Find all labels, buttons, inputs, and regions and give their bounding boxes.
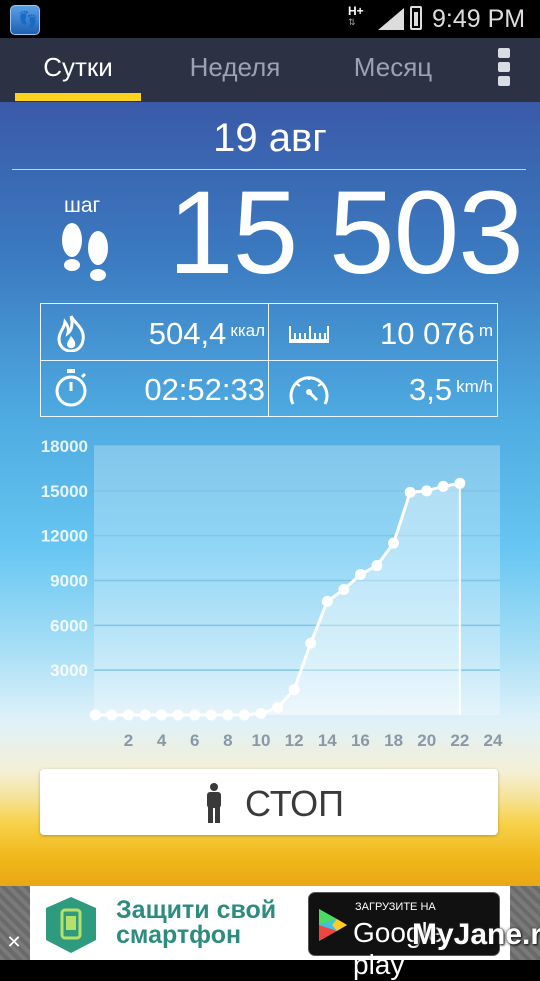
battery-icon [410, 6, 422, 30]
main-content: 19 авг шаг 15 503 504,4 ккал 10 076 m 02… [0, 102, 540, 960]
y-tick-label: 6000 [50, 616, 88, 635]
data-point [89, 709, 101, 721]
x-tick-label: 18 [384, 731, 403, 750]
data-point [338, 583, 350, 595]
status-bar: 👣 H+ ⇅ 9:49 PM [0, 0, 540, 38]
network-arrows: ⇅ [348, 17, 356, 27]
x-tick-label: 2 [124, 731, 133, 750]
speed-value: 3,5 [409, 372, 453, 407]
data-point [189, 709, 201, 721]
google-play-icon [319, 909, 347, 941]
speed-unit: km/h [456, 377, 493, 396]
step-label: шаг [64, 194, 101, 217]
data-point [388, 537, 400, 549]
y-tick-label: 18000 [41, 437, 88, 456]
calories-stat: 504,4 ккал [149, 316, 265, 352]
data-point [404, 486, 416, 498]
data-point [122, 709, 134, 721]
shield-phone-icon [46, 897, 96, 953]
watermark: MyJane.ru [412, 918, 540, 951]
ruler-icon [289, 326, 329, 343]
calories-value: 504,4 [148, 316, 227, 351]
stats-grid: 504,4 ккал 10 076 m 02:52:33 3,5 km/h [40, 303, 498, 417]
x-tick-label: 4 [157, 731, 167, 750]
badge-small-text: ЗАГРУЗИТЕ НА [355, 901, 436, 913]
data-point [205, 709, 217, 721]
data-point [172, 709, 184, 721]
data-point [321, 595, 333, 607]
data-point [437, 480, 449, 492]
x-tick-label: 6 [190, 731, 199, 750]
calories-unit: ккал [230, 321, 265, 340]
tab-bar: Сутки Неделя Месяц [0, 38, 540, 102]
person-icon [207, 783, 221, 823]
data-point [156, 709, 168, 721]
divider [41, 360, 497, 361]
network-indicator: H+ ⇅ [348, 4, 364, 28]
network-type: H+ [348, 4, 364, 18]
data-point [421, 485, 433, 497]
duration-value: 02:52:33 [144, 372, 265, 407]
stop-button-label: СТОП [245, 783, 345, 824]
y-tick-label: 15000 [41, 482, 88, 501]
date-title: 19 авг [213, 116, 327, 160]
data-point [354, 569, 366, 581]
tab-day[interactable]: Сутки [15, 52, 141, 83]
distance-unit: m [478, 321, 493, 340]
x-tick-label: 14 [318, 731, 337, 750]
distance-stat: 10 076 m [380, 316, 493, 352]
distance-value: 10 076 [380, 316, 475, 351]
speedometer-icon [289, 376, 329, 405]
x-tick-label: 22 [450, 731, 469, 750]
stop-button[interactable]: СТОП [40, 769, 498, 835]
x-tick-label: 8 [223, 731, 232, 750]
stopwatch-icon [55, 369, 87, 407]
status-time: 9:49 PM [432, 5, 526, 33]
active-tab-indicator [15, 93, 141, 101]
data-point [371, 560, 383, 572]
ad-text-line2: смартфон [116, 921, 242, 949]
data-point [106, 709, 118, 721]
step-count: 15 503 [168, 167, 524, 299]
ad-text: Защити свой смартфон [116, 898, 276, 948]
ad-text-line1: Защити свой [116, 896, 277, 924]
x-tick-label: 16 [351, 731, 370, 750]
data-point [272, 702, 284, 714]
data-point [139, 709, 151, 721]
x-tick-label: 20 [417, 731, 436, 750]
data-point [305, 637, 317, 649]
x-tick-label: 24 [484, 731, 503, 750]
x-tick-label: 10 [252, 731, 271, 750]
close-icon[interactable]: ✕ [4, 932, 24, 952]
y-tick-label: 9000 [50, 572, 88, 591]
steps-chart-svg: 3000600090001200015000180002 4 6 8 10 12 14 16 1… [41, 437, 503, 750]
app-notification-icon: 👣 [10, 5, 40, 35]
footprints-icon [62, 223, 108, 281]
y-tick-label: 12000 [41, 527, 88, 546]
speed-stat: 3,5 km/h [409, 372, 493, 408]
data-point [255, 708, 267, 720]
y-tick-label: 3000 [50, 661, 88, 680]
tab-month[interactable]: Месяц [334, 52, 452, 83]
steps-chart: 3000 6000 9000 12000 15000 18000 2 4 6 8 10 12 14 16 1… [0, 432, 540, 752]
data-point [238, 709, 250, 721]
tab-week[interactable]: Неделя [170, 52, 300, 83]
data-point [288, 684, 300, 696]
data-point [454, 477, 466, 489]
signal-icon [378, 8, 404, 30]
flame-icon [57, 315, 85, 352]
data-point [222, 709, 234, 721]
overflow-menu-icon[interactable] [496, 48, 512, 90]
x-tick-label: 12 [285, 731, 304, 750]
